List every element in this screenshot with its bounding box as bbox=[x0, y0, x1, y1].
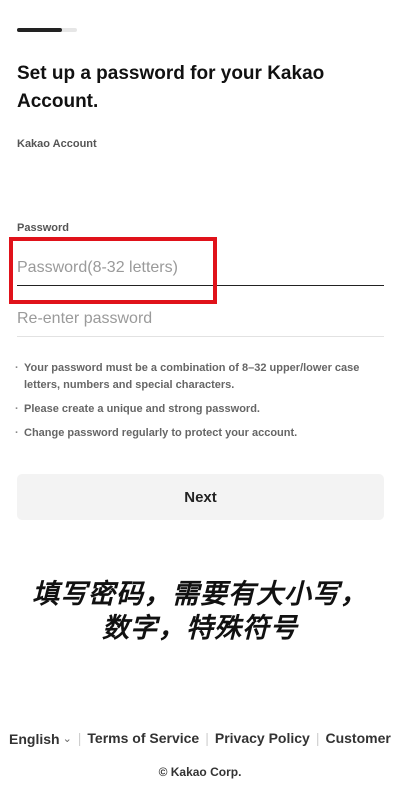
terms-link[interactable]: Terms of Service bbox=[87, 730, 199, 746]
footer-divider: | bbox=[315, 730, 320, 747]
password-input[interactable] bbox=[17, 251, 384, 286]
password-rule-item: Change password regularly to protect you… bbox=[15, 425, 385, 442]
next-button[interactable]: Next bbox=[17, 474, 384, 520]
password-label: Password bbox=[17, 222, 69, 234]
password-rules-list: Your password must be a combination of 8… bbox=[15, 360, 385, 449]
footer-divider: | bbox=[205, 730, 209, 747]
account-label: Kakao Account bbox=[17, 138, 97, 150]
privacy-link[interactable]: Privacy Policy bbox=[215, 730, 310, 746]
customer-link[interactable]: Customer bbox=[325, 730, 390, 746]
password-rule-item: Please create a unique and strong passwo… bbox=[15, 401, 385, 418]
signup-progress-fill bbox=[17, 28, 62, 32]
footer-divider: | bbox=[77, 730, 82, 747]
page-title: Set up a password for your Kakao Account… bbox=[17, 63, 325, 112]
chevron-down-icon: ⌄ bbox=[62, 733, 72, 746]
signup-progress-bar bbox=[17, 28, 77, 32]
annotation-caption: 填写密码，需要有大小写，数字，特殊符号 bbox=[32, 579, 368, 644]
copyright-text: © Kakao Corp. bbox=[158, 765, 242, 779]
language-label: English bbox=[9, 730, 60, 747]
language-selector[interactable]: English ⌄ bbox=[9, 730, 72, 747]
password-reenter-input[interactable] bbox=[17, 302, 384, 337]
footer-links: English ⌄ | Terms of Service | Privacy Polic… bbox=[9, 729, 400, 747]
password-rule-item: Your password must be a combination of 8… bbox=[15, 360, 385, 394]
